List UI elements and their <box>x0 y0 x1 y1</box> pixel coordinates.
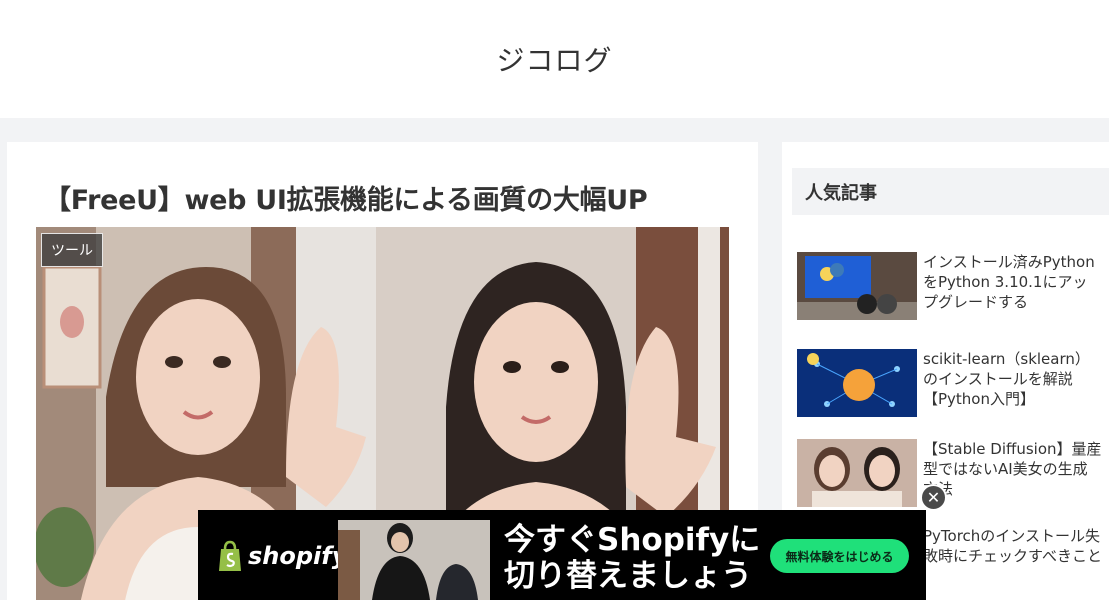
ad-headline-line2: 切り替えましょう <box>504 558 752 594</box>
popular-thumb[interactable] <box>797 349 917 417</box>
popular-item-title[interactable]: インストール済みPythonをPython 3.10.1にアップグレードする <box>923 252 1102 320</box>
ai-portrait-thumbnail <box>797 439 917 507</box>
site-title[interactable]: ジコログ <box>496 39 612 79</box>
shopify-ad-banner[interactable]: shopify 今すぐShopifyに 切り替えましょう 無料体験をはじめる <box>198 510 926 600</box>
free-trial-button[interactable]: 無料体験をはじめる <box>770 539 909 573</box>
popular-item-title[interactable]: scikit-learn（sklearn）のインストールを解説【Python入門… <box>923 349 1102 417</box>
close-icon: ✕ <box>926 488 941 507</box>
category-badge[interactable]: ツール <box>41 233 103 267</box>
ad-headline-line1: 今すぐShopifyに <box>504 522 761 558</box>
popular-widget-title: 人気記事 <box>792 168 1109 215</box>
popular-item-title[interactable]: 【Stable Diffusion】量産型ではないAI美女の生成方法 <box>923 439 1102 507</box>
ad-photo <box>338 520 490 600</box>
popular-thumb[interactable] <box>797 439 917 507</box>
popular-item[interactable]: scikit-learn（sklearn）のインストールを解説【Python入門… <box>797 349 1102 417</box>
popular-item-title[interactable]: PyTorchのインストール失敗時にチェックすべきこと <box>923 526 1102 594</box>
shopify-wordmark: shopify <box>248 542 348 570</box>
popular-item[interactable]: インストール済みPythonをPython 3.10.1にアップグレードする <box>797 252 1102 320</box>
site-header: ジコログ <box>0 0 1109 118</box>
popular-item[interactable]: 【Stable Diffusion】量産型ではないAI美女の生成方法 <box>797 439 1102 507</box>
close-ad-button[interactable]: ✕ <box>920 484 947 511</box>
ad-headline: 今すぐShopifyに 切り替えましょう <box>504 522 760 594</box>
popular-thumb[interactable] <box>797 252 917 320</box>
article-title: 【FreeU】web UI拡張機能による画質の大幅UP <box>44 185 648 216</box>
sklearn-network-thumbnail <box>797 349 917 417</box>
ad-photo-illustration <box>338 520 490 600</box>
laptop-python-thumbnail <box>797 252 917 320</box>
shopify-logo: shopify <box>216 540 347 572</box>
shopify-bag-icon <box>219 540 241 571</box>
